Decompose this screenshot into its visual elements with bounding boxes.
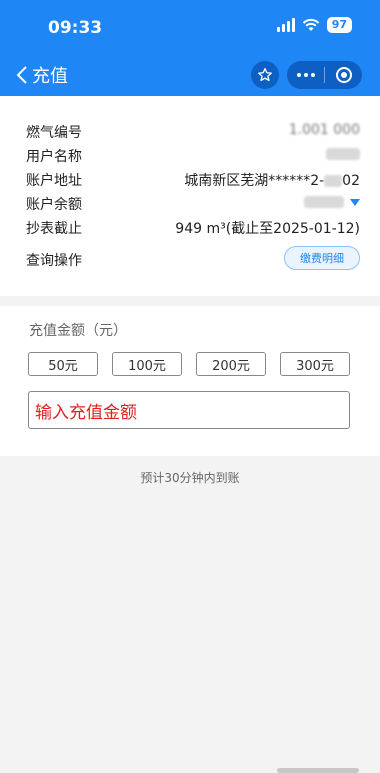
more-button[interactable] [287, 73, 324, 77]
battery-icon: 97 [326, 17, 352, 33]
address-value: 城南新区芜湖******2- 02 [184, 173, 360, 189]
info-row-user-name: 用户名称 [26, 144, 360, 166]
target-icon [335, 67, 352, 83]
info-label: 燃气编号 [26, 125, 82, 141]
amount-input[interactable]: 输入充值金额 [28, 391, 350, 429]
mini-program-capsule [287, 61, 362, 89]
info-label: 抄表截止 [26, 221, 82, 237]
chevron-left-icon [16, 66, 27, 84]
app-header: 09:33 97 充值 [0, 0, 380, 96]
amount-option-300[interactable]: 300元 [280, 352, 350, 376]
amount-option-100[interactable]: 100元 [112, 352, 182, 376]
signal-icon [276, 18, 295, 32]
status-icons: 97 [276, 17, 352, 33]
amount-option-50[interactable]: 50元 [28, 352, 98, 376]
amount-option-200[interactable]: 200元 [196, 352, 266, 376]
payment-details-button[interactable]: 缴费明细 [284, 246, 360, 270]
status-time: 09:33 [48, 18, 103, 38]
info-row-address: 账户地址 城南新区芜湖******2- 02 [26, 168, 360, 190]
gas-id-value: 1.001 000 [288, 122, 360, 138]
recharge-section: 充值金额（元） 50元 100元 200元 300元 输入充值金额 [0, 306, 380, 456]
favorite-button[interactable] [251, 61, 279, 89]
page-title: 充值 [32, 66, 68, 87]
triangle-down-icon [350, 198, 360, 206]
info-label: 查询操作 [26, 253, 82, 269]
back-button[interactable]: 充值 [16, 62, 68, 88]
user-name-value [326, 146, 360, 162]
account-info-card: 燃气编号 1.001 000 用户名称 账户地址 城南新区芜湖******2- 0… [0, 96, 380, 296]
info-row-meter: 抄表截止 949 m³(截止至2025-01-12) [26, 216, 360, 238]
balance-value[interactable] [304, 194, 360, 210]
recharge-title: 充值金额（元） [29, 323, 127, 339]
info-row-balance: 账户余额 [26, 192, 360, 214]
info-row-gas-id: 燃气编号 1.001 000 [26, 120, 360, 142]
info-label: 账户地址 [26, 173, 82, 189]
home-indicator[interactable] [277, 768, 359, 773]
info-label: 账户余额 [26, 197, 82, 213]
star-icon [258, 68, 272, 82]
close-button[interactable] [325, 66, 362, 84]
info-label: 用户名称 [26, 149, 82, 165]
wifi-icon [302, 18, 319, 31]
info-row-query: 查询操作 缴费明细 [26, 246, 360, 270]
meter-reading-value: 949 m³(截止至2025-01-12) [175, 221, 360, 237]
arrival-estimate-note: 预计30分钟内到账 [140, 471, 240, 485]
amount-input-placeholder: 输入充值金额 [35, 402, 137, 423]
